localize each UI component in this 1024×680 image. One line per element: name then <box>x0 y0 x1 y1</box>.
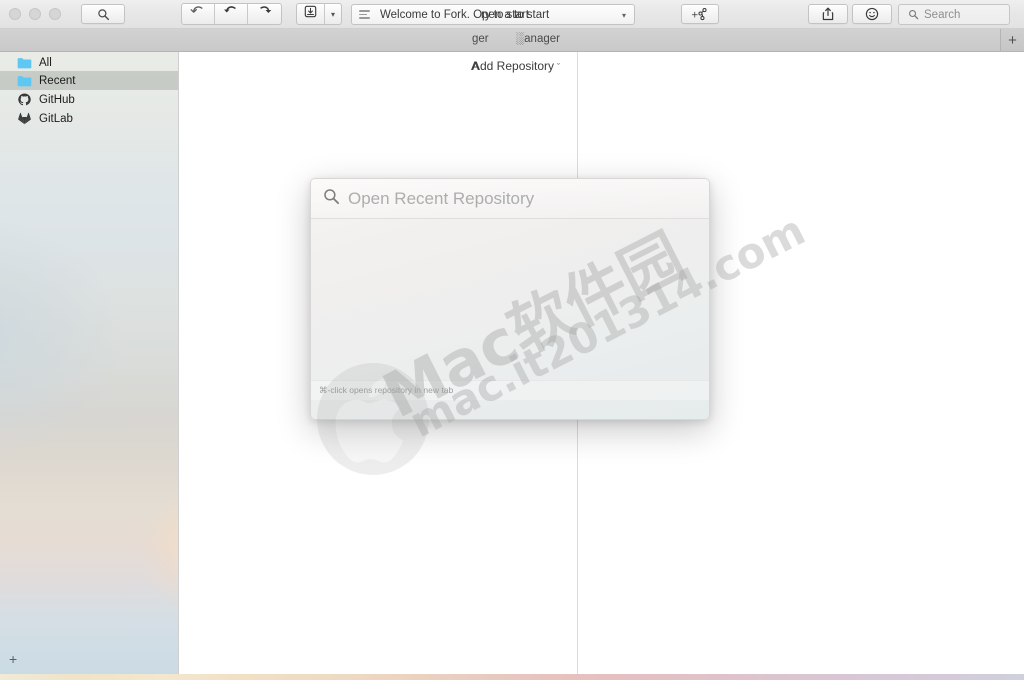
recent-repository-results-list: ⌘-click opens repository in new tab <box>311 219 709 400</box>
search-input[interactable]: Search <box>898 4 1010 25</box>
chevron-down-icon: ▾ <box>622 11 626 20</box>
sidebar-item-label: Recent <box>39 75 75 87</box>
stash-control: ▾ <box>296 3 342 25</box>
fetch-arrow-icon <box>256 5 273 24</box>
magnifier-icon <box>97 8 110 21</box>
toolbar: ▾ Welcome to Fork. Open a to start ry to… <box>0 0 1024 29</box>
minimize-button[interactable] <box>29 8 41 20</box>
svg-text:+: + <box>691 10 699 20</box>
smiley-icon <box>865 7 879 21</box>
pull-button[interactable] <box>182 4 215 24</box>
close-button[interactable] <box>9 8 21 20</box>
new-tab-button[interactable]: + <box>1000 29 1024 51</box>
gitlab-icon <box>16 112 32 126</box>
plus-icon: + <box>1008 33 1017 48</box>
branch-status-text-overlap: ry to start <box>481 9 529 21</box>
new-branch-button[interactable]: + <box>681 4 719 24</box>
stash-button[interactable] <box>297 4 325 24</box>
add-repository-button[interactable]: A Add Repository ˇ <box>472 59 560 73</box>
sidebar-item-label: GitHub <box>39 94 75 106</box>
add-sidebar-item-button[interactable]: + <box>9 652 17 666</box>
sidebar-item-github[interactable]: GitHub <box>0 90 178 109</box>
sidebar-item-label: All <box>39 57 52 69</box>
dialog-hint-text: ⌘-click opens repository in new tab <box>319 385 453 396</box>
tab-label-fragment-1[interactable]: ger <box>472 33 489 45</box>
emoji-button[interactable] <box>852 4 892 24</box>
add-repository-label: Add Repository <box>472 59 554 73</box>
add-repository-label-overlap: A <box>471 59 479 73</box>
search-icon <box>323 188 340 210</box>
search-icon <box>908 9 919 20</box>
zoom-button[interactable] <box>49 8 61 20</box>
window-controls <box>9 8 61 20</box>
fork-app-window: ▾ Welcome to Fork. Open a to start ry to… <box>0 0 1024 674</box>
tab-bar: ger ░anager + <box>0 29 1024 52</box>
stash-box-icon <box>304 5 317 23</box>
dialog-footer: ⌘-click opens repository in new tab <box>311 380 709 400</box>
stash-dropdown-button[interactable]: ▾ <box>325 4 341 24</box>
sync-segmented-control <box>181 3 282 25</box>
screenshot-root: ▾ Welcome to Fork. Open a to start ry to… <box>0 0 1024 680</box>
fetch-button[interactable] <box>248 4 281 24</box>
plus-icon: + <box>9 651 17 667</box>
sidebar: All Recent GitHub GitLab + <box>0 52 179 674</box>
sidebar-item-all[interactable]: All <box>0 52 178 71</box>
new-branch-icon: + <box>691 7 709 21</box>
list-lines-icon <box>359 10 370 19</box>
github-icon <box>16 93 32 107</box>
pull-arrow-icon <box>190 5 207 24</box>
search-placeholder: Search <box>924 9 960 21</box>
folder-icon <box>16 74 32 88</box>
recent-repository-search-row[interactable]: Open Recent Repository <box>311 179 709 219</box>
branch-status-text-wrap: Welcome to Fork. Open a to start ry to s… <box>380 9 549 21</box>
desktop-wallpaper-strip <box>0 673 1024 680</box>
sidebar-item-gitlab[interactable]: GitLab <box>0 109 178 128</box>
push-arrow-icon <box>223 5 240 24</box>
recent-repository-search-input[interactable]: Open Recent Repository <box>348 189 534 209</box>
push-button[interactable] <box>215 4 248 24</box>
chevron-down-icon: ˇ <box>557 62 560 72</box>
folder-icon <box>16 56 32 70</box>
sidebar-item-label: GitLab <box>39 113 73 125</box>
branch-status-field[interactable]: Welcome to Fork. Open a to start ry to s… <box>351 4 635 25</box>
sidebar-item-recent[interactable]: Recent <box>0 71 178 90</box>
share-button[interactable] <box>808 4 848 24</box>
share-icon <box>822 7 834 21</box>
open-recent-repository-dialog: Open Recent Repository ⌘-click opens rep… <box>310 178 710 420</box>
tab-label-fragment-2[interactable]: ░anager <box>516 33 560 45</box>
chevron-down-icon: ▾ <box>331 10 335 19</box>
toolbar-search-button[interactable] <box>81 4 125 24</box>
